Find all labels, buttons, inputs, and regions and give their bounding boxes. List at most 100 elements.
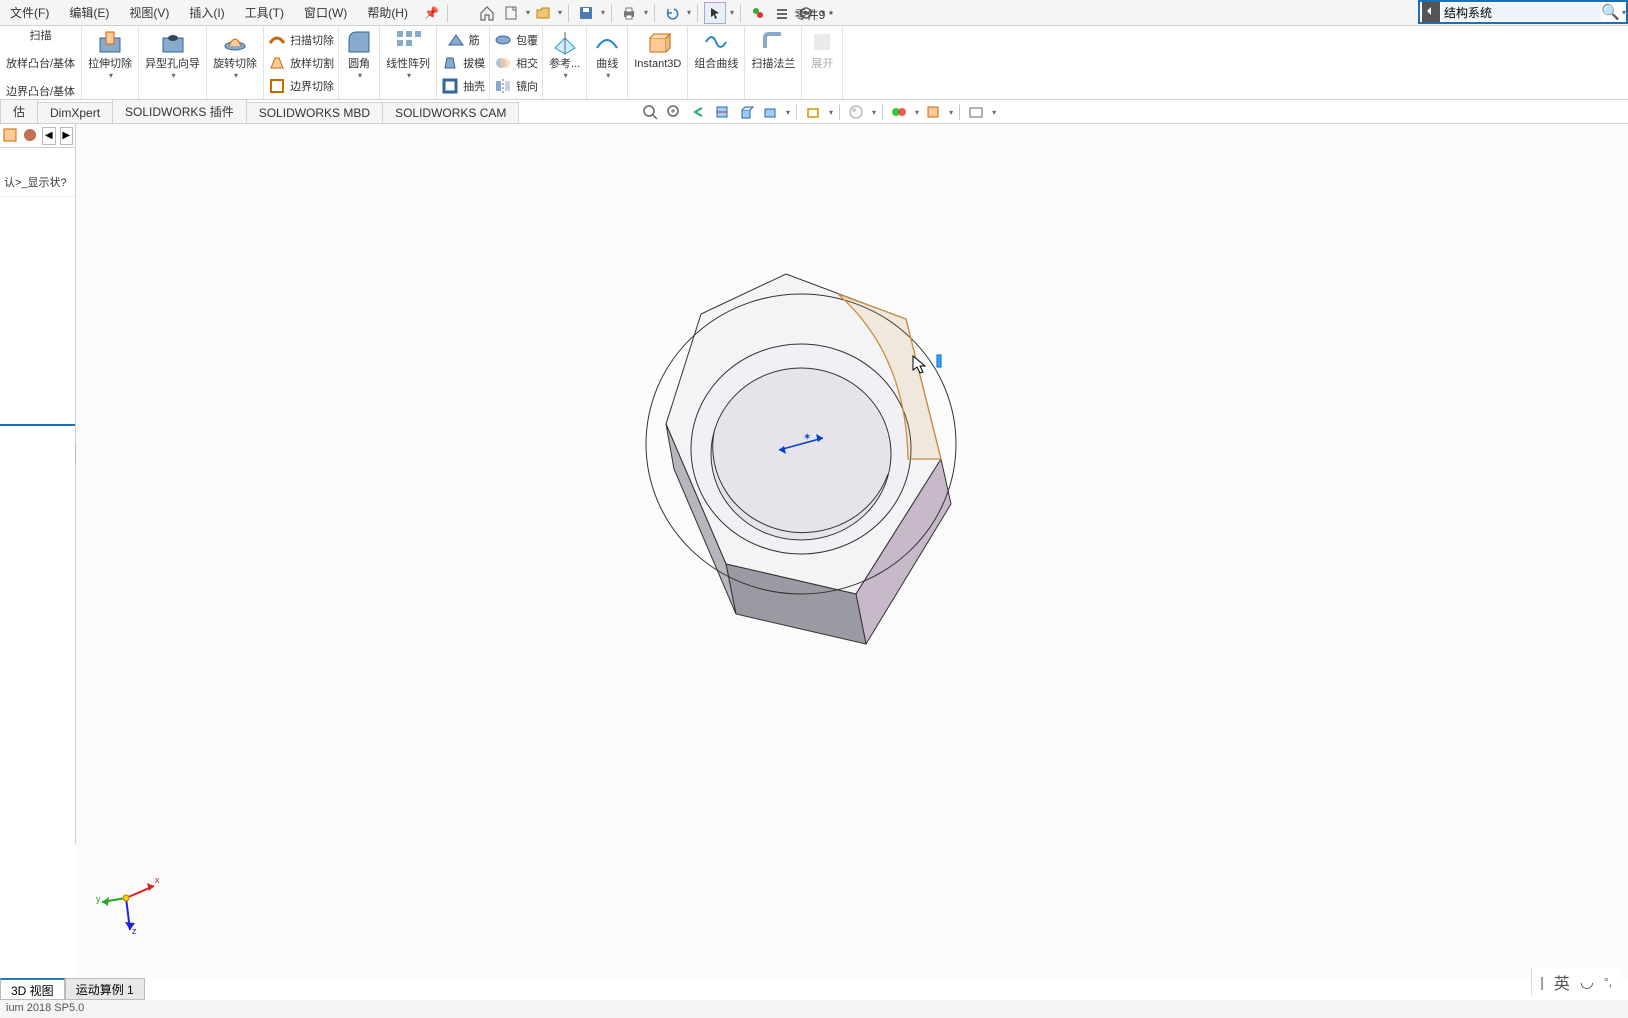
ribbon-expand: 展开 <box>802 26 843 99</box>
view-orient-icon[interactable] <box>736 102 756 122</box>
tab-dimxpert[interactable]: DimXpert <box>37 102 113 123</box>
ribbon-wrap[interactable]: 包覆 <box>494 28 538 51</box>
tab-cam[interactable]: SOLIDWORKS CAM <box>382 102 519 123</box>
section-view-icon[interactable] <box>712 102 732 122</box>
fillet-icon <box>345 28 373 56</box>
ribbon-features-group2: 包覆 相交 镜向 <box>490 26 543 99</box>
print-icon[interactable] <box>618 2 640 24</box>
ribbon-rib[interactable]: 筋 <box>447 28 480 51</box>
ref-geom-icon <box>551 28 579 56</box>
ribbon-revolve-cut[interactable]: 旋转切除▾ <box>207 26 264 99</box>
edit-appearance-icon[interactable] <box>846 102 866 122</box>
ribbon-shell[interactable]: 抽壳 <box>441 74 485 97</box>
new-icon[interactable] <box>500 2 522 24</box>
ribbon-composite-curve[interactable]: 组合曲线 <box>688 26 745 99</box>
viewport-icon[interactable] <box>966 102 986 122</box>
ribbon-instant3d[interactable]: Instant3D <box>628 26 688 99</box>
orientation-triad[interactable]: x y z <box>96 868 166 938</box>
ribbon: 扫描 放样凸台/基体 边界凸台/基体 拉伸切除▾ 异型孔向导▾ 旋转切除▾ 扫描… <box>0 26 1628 100</box>
home-icon[interactable] <box>476 2 498 24</box>
save-icon[interactable] <box>575 2 597 24</box>
ribbon-ref-geometry[interactable]: 参考...▾ <box>543 26 587 99</box>
graphics-viewport[interactable]: ✶ x y z <box>76 124 1628 978</box>
ime-shape-icon[interactable]: ◡ <box>1580 972 1594 992</box>
next-icon[interactable]: ▶ <box>60 127 74 145</box>
ime-punct-icon[interactable]: °, <box>1604 975 1612 989</box>
boundary-cut-icon <box>268 77 286 95</box>
display-style-icon[interactable] <box>760 102 780 122</box>
config-display-state[interactable]: 认>_显示状? <box>0 168 75 197</box>
command-search-icon[interactable] <box>1422 2 1440 22</box>
composite-curve-icon <box>702 28 730 56</box>
hide-show-icon[interactable] <box>803 102 823 122</box>
tab-addins[interactable]: SOLIDWORKS 插件 <box>112 99 247 123</box>
ribbon-hole-wizard[interactable]: 异型孔向导▾ <box>139 26 207 99</box>
menu-window[interactable]: 窗口(W) <box>294 0 357 26</box>
ribbon-intersect[interactable]: 相交 <box>494 51 538 74</box>
quick-access-toolbar: ▾ ▾ ▾ ▾ ▾ ▾ ▾ <box>476 2 825 24</box>
draft-icon <box>441 54 459 72</box>
swept-flange-icon <box>759 28 787 56</box>
heads-up-toolbar: ▾ ▾ ▾ ▾ ▾ ▾ <box>640 102 996 122</box>
expand-icon <box>808 28 836 56</box>
mirror-icon <box>494 77 512 95</box>
apply-scene-icon[interactable] <box>889 102 909 122</box>
hole-wizard-icon <box>159 28 187 56</box>
feature-tree-rollback-bar[interactable] <box>0 424 75 426</box>
loft-cut-icon <box>268 54 286 72</box>
zoom-fit-icon[interactable] <box>640 102 660 122</box>
zoom-area-icon[interactable] <box>664 102 684 122</box>
curves-icon <box>593 28 621 56</box>
select-icon[interactable] <box>704 2 726 24</box>
pin-icon[interactable]: 📌 <box>424 6 439 20</box>
tab-motion-study[interactable]: 运动算例 1 <box>65 978 145 1000</box>
undo-icon[interactable] <box>661 2 683 24</box>
menu-file[interactable]: 文件(F) <box>0 0 59 26</box>
pattern-icon <box>394 28 422 56</box>
search-input[interactable] <box>1442 3 1601 21</box>
ime-lang[interactable]: 英 <box>1554 970 1570 994</box>
ribbon-fillet[interactable]: 圆角▾ <box>339 26 380 99</box>
rib-icon <box>447 31 465 49</box>
search-icon[interactable]: 🔍 <box>1601 3 1620 21</box>
ime-bar: | 英 ◡ °, <box>1531 968 1620 996</box>
mouse-cursor <box>911 354 942 379</box>
prev-icon[interactable]: ◀ <box>42 127 56 145</box>
command-tabs: 估 DimXpert SOLIDWORKS 插件 SOLIDWORKS MBD … <box>0 100 1628 124</box>
ribbon-cut-group: 扫描切除 放样切割 边界切除 <box>264 26 339 99</box>
rebuild-icon[interactable] <box>747 2 769 24</box>
options-icon[interactable] <box>771 2 793 24</box>
feature-tree-tab-icon[interactable] <box>2 127 18 145</box>
extrude-cut-icon <box>96 28 124 56</box>
view-settings-icon[interactable] <box>923 102 943 122</box>
menu-help[interactable]: 帮助(H) <box>357 0 418 26</box>
status-bar: ium 2018 SP5.0 <box>0 1000 1628 1018</box>
svg-text:x: x <box>155 875 160 885</box>
menu-insert[interactable]: 插入(I) <box>179 0 234 26</box>
ribbon-boundary-cut[interactable]: 边界切除 <box>268 74 334 97</box>
bottom-tabs: 3D 视图 运动算例 1 <box>0 978 145 1000</box>
ime-mode-icon[interactable]: | <box>1540 974 1544 990</box>
tab-evaluate[interactable]: 估 <box>0 99 38 123</box>
model-hex-nut[interactable]: ✶ <box>606 264 1006 684</box>
menu-tools[interactable]: 工具(T) <box>235 0 294 26</box>
config-tab-icon[interactable] <box>22 127 38 145</box>
ribbon-linear-pattern[interactable]: 线性阵列▾ <box>380 26 437 99</box>
ribbon-features-group: 筋 拔模 抽壳 <box>437 26 490 99</box>
revolve-cut-icon <box>221 28 249 56</box>
ribbon-boss-features[interactable]: 扫描 放样凸台/基体 边界凸台/基体 <box>0 26 82 99</box>
ribbon-extrude-cut[interactable]: 拉伸切除▾ <box>82 26 139 99</box>
ribbon-swept-cut[interactable]: 扫描切除 <box>268 28 334 51</box>
menu-view[interactable]: 视图(V) <box>119 0 179 26</box>
tab-3d-view[interactable]: 3D 视图 <box>0 978 65 1000</box>
prev-view-icon[interactable] <box>688 102 708 122</box>
menu-edit[interactable]: 编辑(E) <box>59 0 119 26</box>
ribbon-curves[interactable]: 曲线▾ <box>587 26 628 99</box>
ribbon-loft-cut[interactable]: 放样切割 <box>268 51 334 74</box>
ribbon-swept-flange[interactable]: 扫描法兰 <box>745 26 802 99</box>
ribbon-mirror[interactable]: 镜向 <box>494 74 538 97</box>
ribbon-draft[interactable]: 拔模 <box>441 51 485 74</box>
open-icon[interactable] <box>532 2 554 24</box>
shell-icon <box>441 77 459 95</box>
tab-mbd[interactable]: SOLIDWORKS MBD <box>246 102 383 123</box>
